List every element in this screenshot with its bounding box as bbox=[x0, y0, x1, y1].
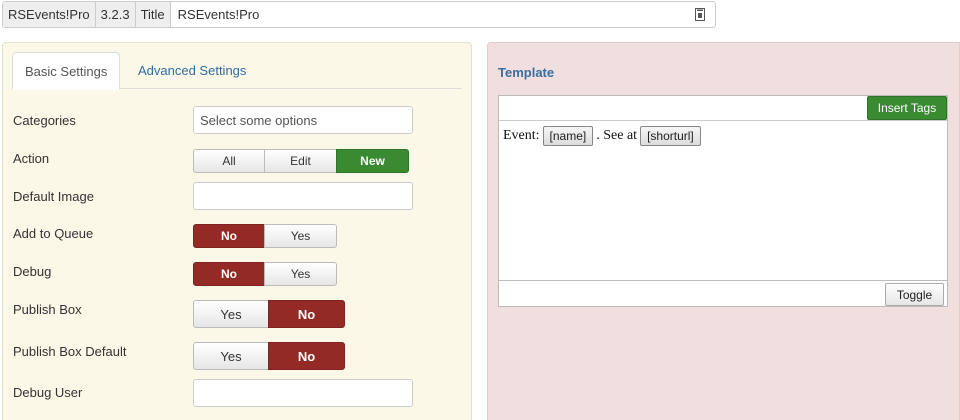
settings-tabs: Basic Settings Advanced Settings bbox=[12, 52, 462, 90]
tab-basic-settings[interactable]: Basic Settings bbox=[12, 52, 121, 90]
title-label: Title bbox=[135, 2, 171, 27]
categories-select[interactable]: Select some options bbox=[193, 106, 413, 134]
template-title: Template bbox=[498, 65, 555, 80]
add-to-queue-yes-button[interactable]: Yes bbox=[264, 224, 337, 248]
publish-box-default-label: Publish Box Default bbox=[13, 344, 127, 359]
debug-no-button[interactable]: No bbox=[193, 262, 265, 286]
template-editor[interactable]: Insert Tags Event: [name] . See at [shor… bbox=[498, 95, 948, 307]
debug-toggle: No Yes bbox=[193, 262, 337, 286]
component-version: 3.2.3 bbox=[95, 2, 136, 27]
editor-toolbar: Insert Tags bbox=[499, 96, 947, 121]
action-edit-button[interactable]: Edit bbox=[264, 149, 337, 173]
calendar-icon[interactable] bbox=[685, 2, 715, 27]
default-image-label: Default Image bbox=[13, 189, 94, 204]
component-info-bar: RSEvents!Pro 3.2.3 Title RSEvents!Pro bbox=[2, 1, 716, 28]
settings-panel: Basic Settings Advanced Settings Categor… bbox=[2, 42, 472, 420]
shorturl-tag[interactable]: [shorturl] bbox=[640, 126, 701, 146]
action-toggle: All Edit New bbox=[193, 149, 409, 173]
title-value: RSEvents!Pro bbox=[170, 2, 685, 27]
debug-yes-button[interactable]: Yes bbox=[264, 262, 337, 286]
content-middle: . See at bbox=[596, 128, 638, 143]
publish-box-default-yes-button[interactable]: Yes bbox=[193, 342, 269, 370]
action-all-button[interactable]: All bbox=[193, 149, 265, 173]
editor-content[interactable]: Event: [name] . See at [shorturl] bbox=[503, 126, 704, 146]
content-prefix: Event: bbox=[503, 128, 540, 143]
add-to-queue-no-button[interactable]: No bbox=[193, 224, 265, 248]
name-tag[interactable]: [name] bbox=[542, 126, 594, 146]
add-to-queue-label: Add to Queue bbox=[13, 226, 94, 241]
publish-box-default-no-button[interactable]: No bbox=[268, 342, 345, 370]
default-image-input[interactable] bbox=[193, 182, 413, 210]
editor-footer: Toggle bbox=[498, 280, 948, 307]
debug-user-label: Debug User bbox=[13, 385, 83, 400]
debug-label: Debug bbox=[13, 264, 52, 279]
insert-tags-button[interactable]: Insert Tags bbox=[867, 96, 947, 120]
categories-label: Categories bbox=[13, 113, 76, 128]
publish-box-default-toggle: Yes No bbox=[193, 342, 345, 370]
debug-user-input[interactable] bbox=[193, 379, 413, 407]
action-label: Action bbox=[13, 151, 50, 166]
toggle-button[interactable]: Toggle bbox=[885, 283, 944, 306]
publish-box-no-button[interactable]: No bbox=[268, 300, 345, 328]
publish-box-label: Publish Box bbox=[13, 302, 82, 317]
publish-box-toggle: Yes No bbox=[193, 300, 345, 328]
publish-box-yes-button[interactable]: Yes bbox=[193, 300, 269, 328]
template-panel: Template Insert Tags Event: [name] . See… bbox=[487, 42, 960, 420]
action-new-button[interactable]: New bbox=[336, 149, 409, 173]
tab-advanced-settings[interactable]: Advanced Settings bbox=[126, 52, 258, 89]
component-name: RSEvents!Pro bbox=[3, 2, 96, 27]
add-to-queue-toggle: No Yes bbox=[193, 224, 337, 248]
